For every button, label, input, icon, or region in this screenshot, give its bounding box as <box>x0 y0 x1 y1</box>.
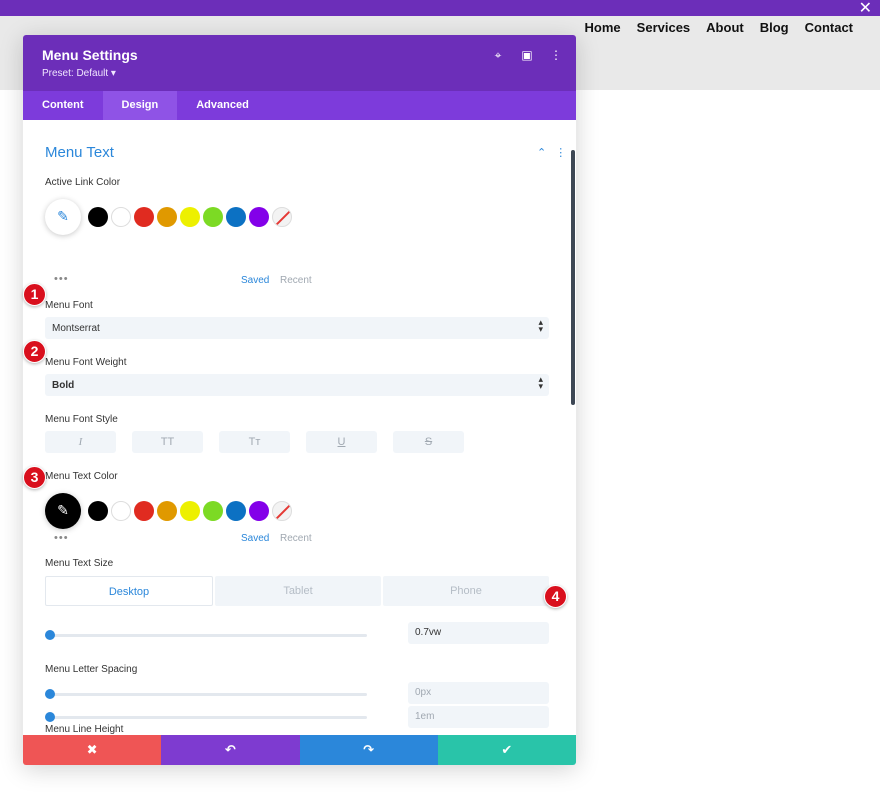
uppercase-button[interactable]: TT <box>132 431 203 453</box>
redo-button[interactable]: ↷ <box>299 735 438 765</box>
more-icon[interactable]: ⋮ <box>548 48 564 63</box>
save-button[interactable]: ✔ <box>437 735 576 765</box>
eyedropper-button[interactable]: ✎ <box>45 199 81 235</box>
modal-title: Menu Settings <box>42 47 138 63</box>
scrollbar[interactable] <box>571 150 575 405</box>
swatch-orange[interactable] <box>157 207 177 227</box>
top-bar: ✕ <box>0 0 880 17</box>
font-style-buttons: I TT Tт U S <box>45 431 464 453</box>
device-tab-desktop[interactable]: Desktop <box>45 576 213 606</box>
select-arrows-icon: ▴ ▾ <box>538 375 543 392</box>
menu-text-size-input[interactable]: 0.7vw <box>408 622 549 644</box>
slider-handle[interactable] <box>45 630 55 640</box>
eyedropper-button[interactable]: ✎ <box>45 493 81 529</box>
screenshot-icon[interactable]: ⌖ <box>490 48 506 63</box>
nav-contact[interactable]: Contact <box>805 20 853 35</box>
menu-font-weight-value: Bold <box>52 380 75 391</box>
layout-icon[interactable]: ▣ <box>519 48 535 63</box>
more-vertical-icon[interactable]: ⋮ <box>555 146 566 159</box>
menu-font-weight-label: Menu Font Weight <box>45 357 127 368</box>
slider-handle[interactable] <box>45 712 55 722</box>
menu-font-value: Montserrat <box>52 323 100 334</box>
menu-text-size-slider[interactable] <box>45 630 367 640</box>
eyedropper-icon: ✎ <box>57 209 69 225</box>
menu-text-color-picker: ✎ <box>45 493 305 529</box>
menu-text-color-label: Menu Text Color <box>45 471 118 482</box>
slider-track <box>45 634 367 637</box>
select-arrows-icon: ▴ ▾ <box>538 318 543 335</box>
strikethrough-button[interactable]: S <box>393 431 464 453</box>
nav-home[interactable]: Home <box>585 20 621 35</box>
menu-font-label: Menu Font <box>45 300 93 311</box>
cancel-button[interactable]: ✖ <box>23 735 162 765</box>
section-title[interactable]: Menu Text <box>45 144 114 161</box>
swatch-black[interactable] <box>88 207 108 227</box>
swatch-yellow[interactable] <box>180 501 200 521</box>
menu-font-style-label: Menu Font Style <box>45 414 118 425</box>
menu-letter-spacing-label: Menu Letter Spacing <box>45 664 138 675</box>
menu-line-height-label: Menu Line Height <box>45 724 124 735</box>
device-tabs: Desktop Tablet Phone <box>45 576 549 606</box>
settings-body: Menu Text ⌃ ⋮ Active Link Color ✎ ••• Sa… <box>23 120 576 735</box>
recent-colors-tab[interactable]: Recent <box>280 533 312 544</box>
underline-button[interactable]: U <box>306 431 377 453</box>
menu-font-select[interactable]: Montserrat ▴ ▾ <box>45 317 549 339</box>
capitalize-button[interactable]: Tт <box>219 431 290 453</box>
modal-header: Menu Settings Preset: Default ▾ ⌖ ▣ ⋮ <box>23 35 576 91</box>
swatch-blue[interactable] <box>226 207 246 227</box>
swatch-none-icon[interactable] <box>272 207 292 227</box>
swatch-red[interactable] <box>134 501 154 521</box>
swatch-none-icon[interactable] <box>272 501 292 521</box>
swatch-orange[interactable] <box>157 501 177 521</box>
preset-dropdown[interactable]: Preset: Default ▾ <box>42 68 116 79</box>
saved-colors-tab[interactable]: Saved <box>241 533 269 544</box>
slider-track <box>45 693 367 696</box>
italic-button[interactable]: I <box>45 431 116 453</box>
swatch-green[interactable] <box>203 501 223 521</box>
settings-tabs: Content Design Advanced <box>23 91 576 120</box>
close-icon[interactable]: ✕ <box>859 0 872 17</box>
swatch-white[interactable] <box>111 501 131 521</box>
menu-settings-modal: Menu Settings Preset: Default ▾ ⌖ ▣ ⋮ Co… <box>23 35 576 765</box>
active-link-color-picker: ✎ <box>45 199 305 235</box>
menu-font-weight-select[interactable]: Bold ▴ ▾ <box>45 374 549 396</box>
site-nav: Home Services About Blog Contact <box>585 20 853 35</box>
swatch-blue[interactable] <box>226 501 246 521</box>
active-link-color-label: Active Link Color <box>45 177 121 188</box>
swatch-purple[interactable] <box>249 207 269 227</box>
more-colors-icon[interactable]: ••• <box>54 273 69 285</box>
device-tab-phone[interactable]: Phone <box>383 576 549 606</box>
recent-colors-tab[interactable]: Recent <box>280 275 312 286</box>
swatch-red[interactable] <box>134 207 154 227</box>
nav-blog[interactable]: Blog <box>760 20 789 35</box>
annotation-marker-2: 2 <box>23 340 46 363</box>
swatch-purple[interactable] <box>249 501 269 521</box>
saved-colors-tab[interactable]: Saved <box>241 275 269 286</box>
chevron-up-icon[interactable]: ⌃ <box>537 146 546 159</box>
menu-line-height-slider[interactable] <box>45 712 367 722</box>
eyedropper-icon: ✎ <box>57 503 69 519</box>
nav-services[interactable]: Services <box>637 20 691 35</box>
nav-about[interactable]: About <box>706 20 744 35</box>
menu-letter-spacing-slider[interactable] <box>45 689 367 699</box>
swatch-black[interactable] <box>88 501 108 521</box>
menu-text-size-label: Menu Text Size <box>45 558 114 569</box>
annotation-marker-4: 4 <box>544 585 567 608</box>
annotation-marker-1: 1 <box>23 283 46 306</box>
modal-footer: ✖ ↶ ↷ ✔ <box>23 735 576 765</box>
menu-letter-spacing-input[interactable]: 0px <box>408 682 549 704</box>
slider-track <box>45 716 367 719</box>
device-tab-tablet[interactable]: Tablet <box>215 576 381 606</box>
annotation-marker-3: 3 <box>23 466 46 489</box>
slider-handle[interactable] <box>45 689 55 699</box>
tab-design[interactable]: Design <box>102 91 178 120</box>
undo-button[interactable]: ↶ <box>161 735 300 765</box>
swatch-white[interactable] <box>111 207 131 227</box>
tab-content[interactable]: Content <box>23 91 103 120</box>
swatch-yellow[interactable] <box>180 207 200 227</box>
more-colors-icon[interactable]: ••• <box>54 532 69 544</box>
swatch-green[interactable] <box>203 207 223 227</box>
menu-line-height-input[interactable]: 1em <box>408 706 549 728</box>
tab-advanced[interactable]: Advanced <box>177 91 268 120</box>
